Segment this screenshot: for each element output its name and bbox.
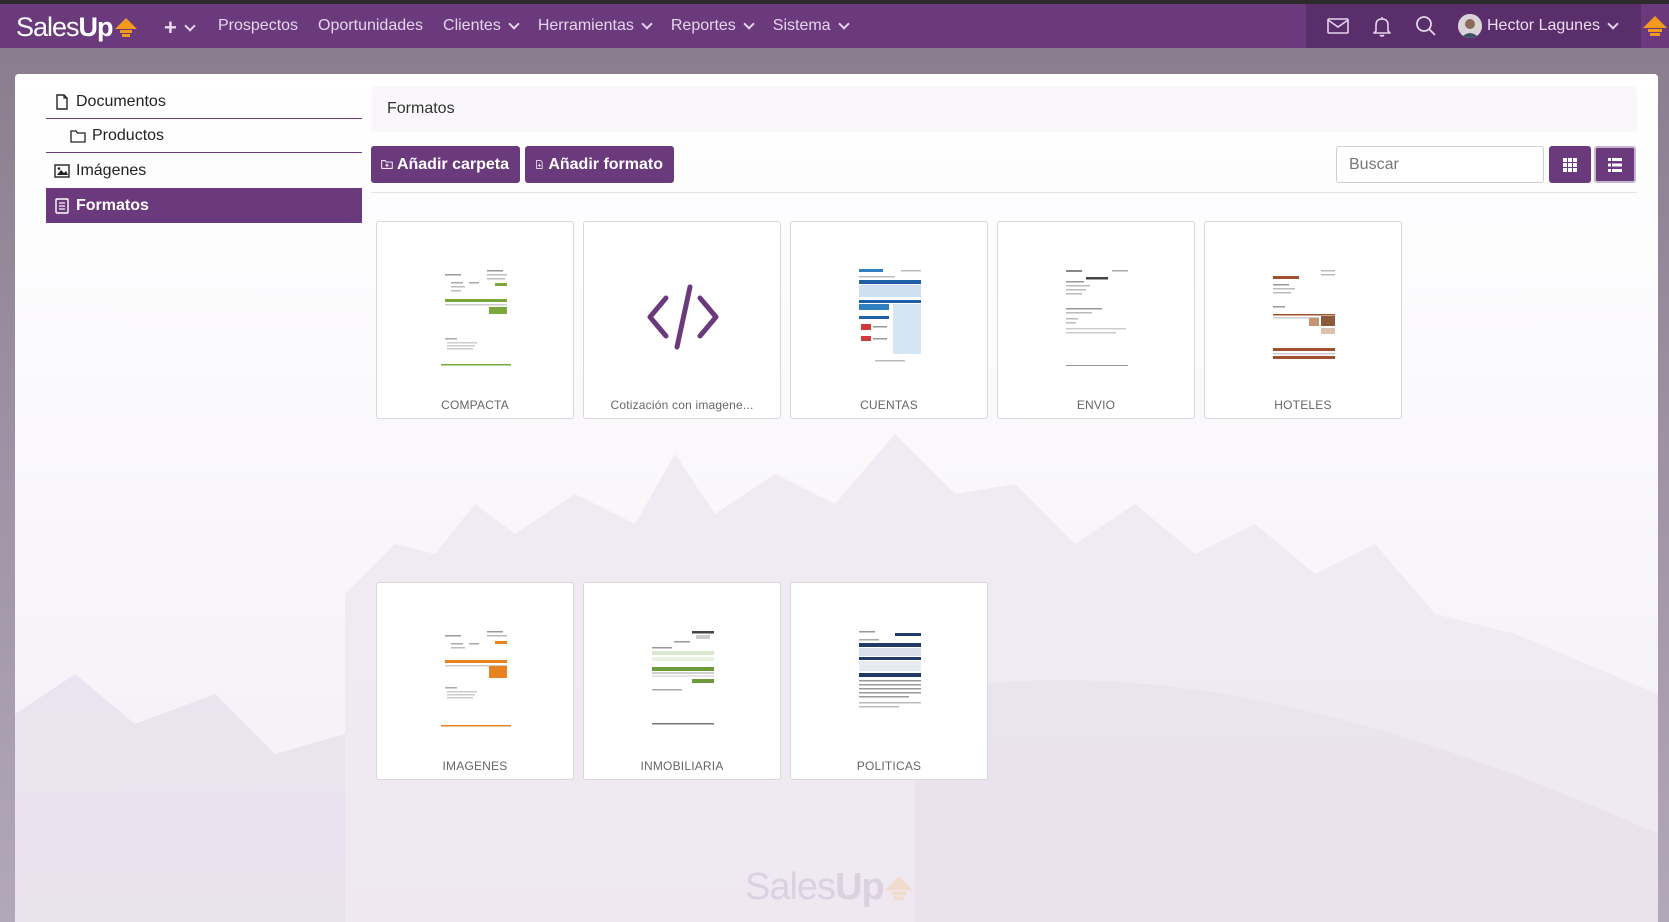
plus-icon: + (164, 15, 177, 40)
chevron-down-icon (1607, 18, 1619, 30)
content-panel: Documentos Productos Imágenes Formatos F… (15, 74, 1658, 922)
chevron-down-icon (743, 18, 755, 30)
list-view-icon (1608, 157, 1622, 172)
image-icon (54, 163, 70, 178)
format-card-compacta[interactable]: COMPACTA (376, 221, 574, 419)
main-content: Formatos Añadir carpeta Añadir formato (371, 86, 1637, 193)
format-card-label: CUENTAS (860, 398, 918, 412)
folder-plus-icon (381, 160, 393, 169)
breadcrumb: Formatos (371, 86, 1637, 132)
sidebar-item-imagenes[interactable]: Imágenes (46, 153, 362, 188)
envelope-icon[interactable] (1326, 14, 1350, 38)
nav-sistema[interactable]: Sistema (772, 17, 850, 35)
nav-clientes[interactable]: Clientes (443, 17, 520, 35)
nav-label: Sistema (772, 17, 831, 34)
nav-reportes[interactable]: Reportes (670, 17, 755, 35)
document-thumbnail (855, 266, 925, 366)
top-navbar: Sales Up + Prospectos Oportunidades Clien… (0, 4, 1669, 48)
grid-view-icon (1563, 157, 1577, 172)
add-folder-label: Añadir carpeta (396, 155, 509, 173)
sidebar: Documentos Productos Imágenes Formatos (46, 86, 362, 223)
document-thumbnail (855, 627, 925, 727)
code-icon (647, 284, 719, 350)
nav-label: Oportunidades (318, 17, 424, 34)
format-card-politicas[interactable]: POLITICAS (790, 582, 988, 780)
sidebar-item-productos[interactable]: Productos (46, 119, 362, 153)
sidebar-item-label: Productos (92, 126, 165, 144)
avatar (1458, 14, 1482, 38)
book-icon (55, 197, 69, 214)
format-card-label: COMPACTA (441, 398, 509, 412)
nav-label: Prospectos (218, 17, 299, 34)
file-plus-icon (536, 160, 543, 169)
sidebar-item-formatos[interactable]: Formatos (46, 188, 362, 223)
format-card-label: HOTELES (1274, 398, 1332, 412)
footer-logo-sales: Sales (745, 866, 836, 908)
logo-text-up: Up (78, 12, 114, 42)
salesup-logo[interactable]: Sales Up (16, 12, 138, 43)
chevron-down-icon (184, 20, 196, 32)
nav-prospectos[interactable]: Prospectos (218, 17, 298, 35)
format-card-label: IMAGENES (442, 759, 508, 773)
format-card-label: POLITICAS (856, 759, 922, 773)
salesup-arrow-icon[interactable] (1641, 14, 1669, 38)
logo-text-sales: Sales (16, 12, 80, 42)
search-icon[interactable] (1414, 14, 1438, 38)
chevron-down-icon (641, 18, 653, 30)
format-card-imagenes[interactable]: IMAGENES (376, 582, 574, 780)
format-card-label: INMOBILIARIA (640, 759, 724, 773)
chevron-down-icon (508, 18, 520, 30)
user-menu[interactable]: Hector Lagunes (1458, 14, 1619, 38)
nav-right-area: Hector Lagunes (1306, 4, 1641, 48)
nav-label: Herramientas (537, 17, 634, 34)
sidebar-item-label: Documentos (76, 93, 166, 110)
main-nav: Prospectos Oportunidades Clientes Herram… (218, 4, 868, 48)
format-card-hoteles[interactable]: HOTELES (1204, 221, 1402, 419)
add-format-label: Añadir formato (548, 155, 663, 173)
format-card-cuentas[interactable]: CUENTAS (790, 221, 988, 419)
search-input[interactable] (1336, 146, 1544, 183)
nav-label: Reportes (670, 17, 736, 34)
nav-label: Clientes (443, 17, 501, 34)
grid-view-button[interactable] (1549, 146, 1591, 183)
footer-logo-up: Up (835, 866, 885, 908)
nav-herramientas[interactable]: Herramientas (537, 17, 653, 35)
document-thumbnail (648, 627, 718, 727)
document-thumbnail (1062, 266, 1132, 366)
sidebar-item-documentos[interactable]: Documentos (46, 86, 362, 119)
breadcrumb-current: Formatos (387, 100, 455, 117)
list-view-button[interactable] (1594, 146, 1636, 183)
document-thumbnail (441, 266, 511, 366)
bell-icon[interactable] (1370, 14, 1394, 38)
footer-watermark-logo: Sales Up (745, 866, 914, 909)
sidebar-item-label: Formatos (76, 196, 149, 214)
document-thumbnail (1269, 266, 1339, 366)
format-card-label: Cotización con imagene... (610, 398, 754, 412)
add-format-button[interactable]: Añadir formato (525, 146, 674, 183)
nav-oportunidades[interactable]: Oportunidades (318, 17, 423, 35)
add-folder-button[interactable]: Añadir carpeta (371, 146, 520, 183)
format-card-label: ENVIO (1076, 398, 1116, 412)
folder-icon (70, 129, 86, 143)
user-name: Hector Lagunes (1487, 17, 1600, 34)
avatar-image (1458, 14, 1482, 38)
chevron-down-icon (837, 18, 850, 30)
file-icon (56, 94, 68, 110)
quick-add-button[interactable]: + (164, 15, 196, 41)
toolbar: Añadir carpeta Añadir formato (371, 132, 1637, 193)
format-card-cotizacion-imagenes[interactable]: Cotización con imagene... (583, 221, 781, 419)
format-card-envio[interactable]: ENVIO (997, 221, 1195, 419)
logo-arrow-icon (114, 18, 137, 37)
sidebar-item-label: Imágenes (76, 161, 147, 179)
footer-logo-arrow-icon (884, 876, 913, 901)
format-card-inmobiliaria[interactable]: INMOBILIARIA (583, 582, 781, 780)
document-thumbnail (441, 627, 511, 727)
